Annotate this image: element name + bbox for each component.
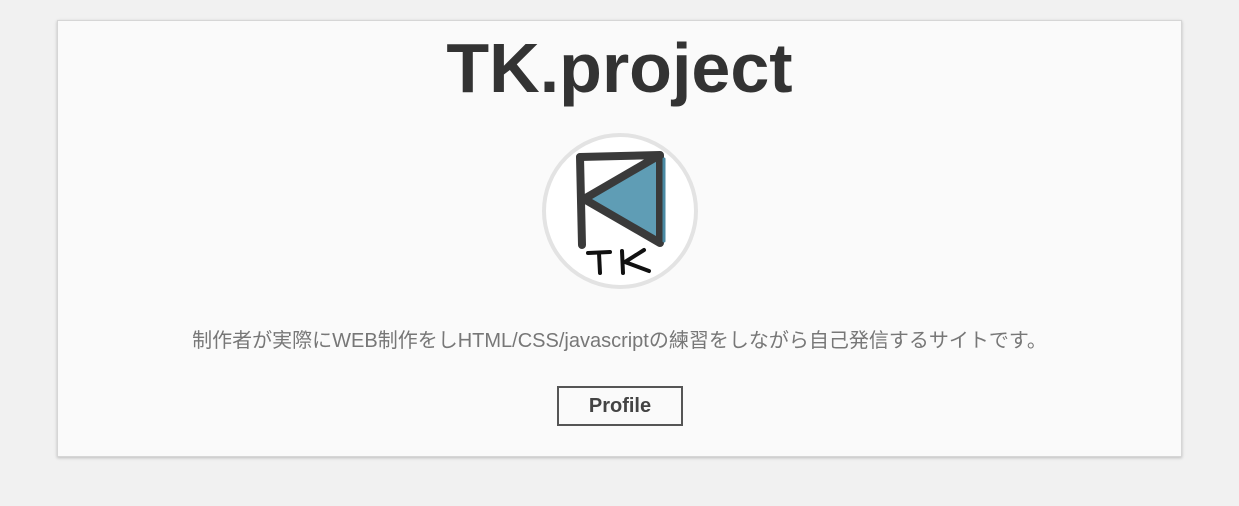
tk-triangle-logo-icon (576, 151, 666, 275)
site-description: 制作者が実際にWEB制作をしHTML/CSS/javascriptの練習をしなが… (192, 330, 1047, 352)
intro-card: TK.project 制作者が実際にWEB制作をしHTML/CSS/javasc… (57, 20, 1182, 457)
logo-avatar (542, 133, 698, 289)
site-title: TK.project (446, 29, 793, 107)
logo-lettering (586, 248, 651, 275)
profile-button[interactable]: Profile (557, 386, 683, 426)
